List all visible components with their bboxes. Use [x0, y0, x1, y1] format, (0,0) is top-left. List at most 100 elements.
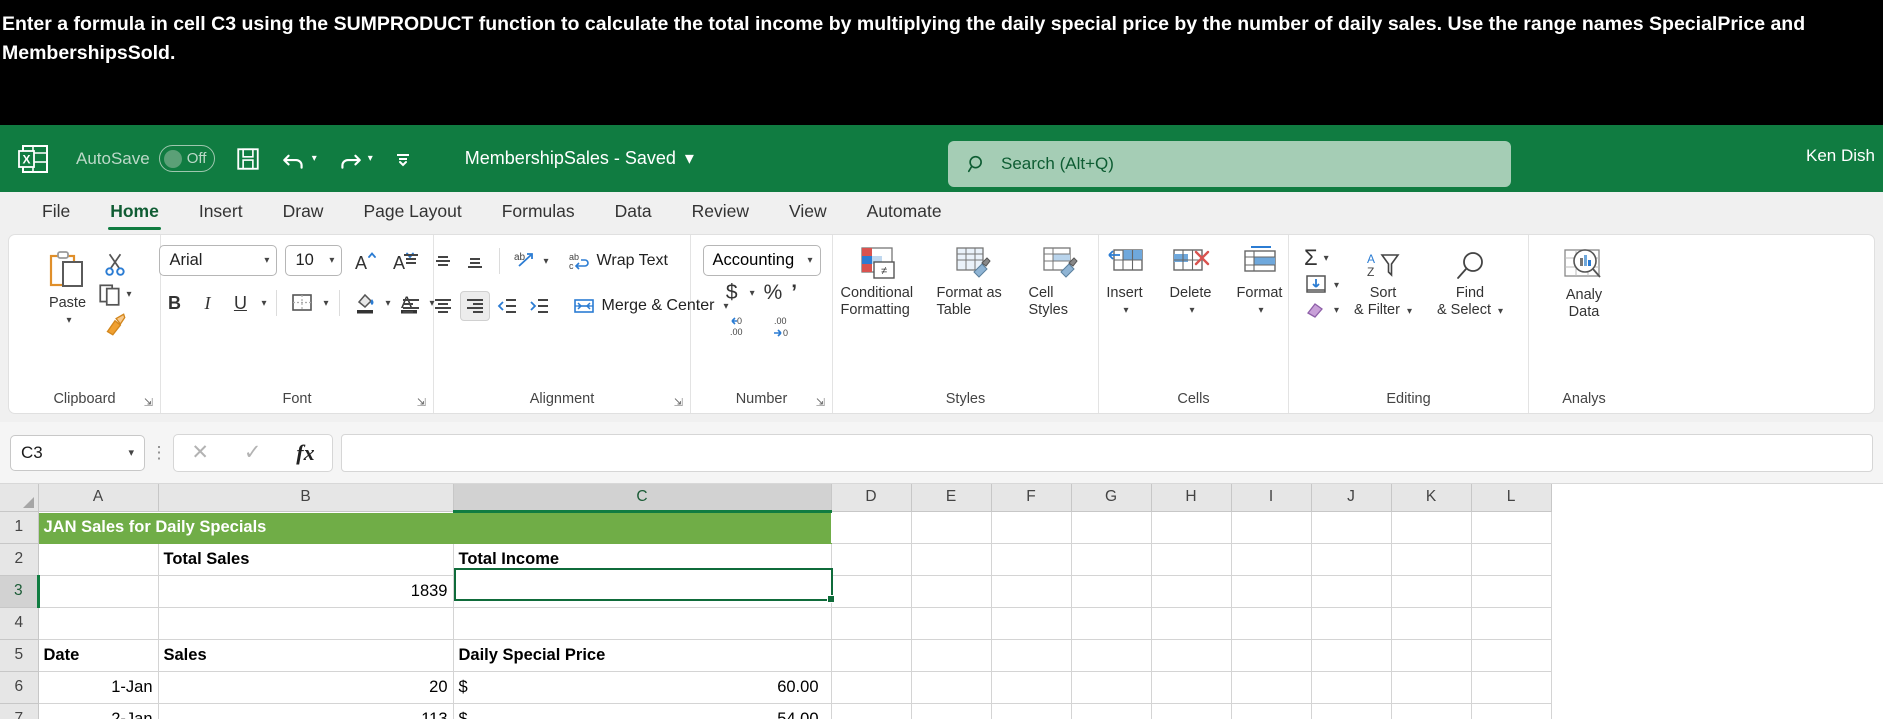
- cell-b5[interactable]: Sales: [158, 639, 454, 672]
- orientation-button[interactable]: ab: [509, 246, 539, 276]
- cell-i2[interactable]: [1231, 543, 1312, 576]
- cell-l2[interactable]: [1471, 543, 1552, 576]
- column-header-f[interactable]: F: [991, 484, 1072, 512]
- percent-style-button[interactable]: %: [764, 281, 783, 305]
- top-align-button[interactable]: [396, 246, 426, 276]
- cell-l7[interactable]: [1471, 703, 1552, 719]
- row-header-1[interactable]: 1: [0, 511, 39, 544]
- cell-e7[interactable]: [911, 703, 992, 719]
- cell-f3[interactable]: [991, 575, 1072, 608]
- tab-data[interactable]: Data: [595, 197, 672, 227]
- cell-f7[interactable]: [991, 703, 1072, 719]
- name-box[interactable]: C3 ▾: [10, 434, 145, 471]
- cell-h2[interactable]: [1151, 543, 1232, 576]
- cell-l1[interactable]: [1471, 511, 1552, 544]
- customize-quick-access-toolbar-icon[interactable]: [393, 149, 413, 169]
- cell-k3[interactable]: [1391, 575, 1472, 608]
- cell-i7[interactable]: [1231, 703, 1312, 719]
- cell-g4[interactable]: [1071, 607, 1152, 640]
- find-select-button[interactable]: Find & Select ▾: [1427, 243, 1513, 322]
- redo-caret-icon[interactable]: ▾: [368, 153, 373, 164]
- column-header-e[interactable]: E: [911, 484, 992, 512]
- undo-caret-icon[interactable]: ▾: [312, 153, 317, 164]
- cell-c2[interactable]: Total Income: [453, 543, 832, 576]
- cell-f2[interactable]: [991, 543, 1072, 576]
- cell-c3[interactable]: [453, 575, 832, 608]
- cell-h6[interactable]: [1151, 671, 1232, 704]
- cell-h1[interactable]: [1151, 511, 1232, 544]
- comma-style-button[interactable]: ’: [791, 281, 797, 305]
- conditional-formatting-button[interactable]: ≠ Conditional Formatting: [837, 243, 921, 321]
- name-box-caret-icon[interactable]: ▾: [128, 446, 134, 459]
- insert-cells-caret-icon[interactable]: ▾: [1123, 302, 1128, 319]
- column-header-k[interactable]: K: [1391, 484, 1472, 512]
- paste-button[interactable]: Paste ▾: [41, 245, 93, 331]
- fill-caret-icon[interactable]: ▾: [1334, 280, 1339, 291]
- cell-g3[interactable]: [1071, 575, 1152, 608]
- tab-home[interactable]: Home: [90, 197, 179, 230]
- increase-font-size-button[interactable]: A: [350, 246, 380, 276]
- number-format-select[interactable]: Accounting ▾: [702, 245, 821, 276]
- cell-b6[interactable]: 20: [158, 671, 454, 704]
- cell-d2[interactable]: [831, 543, 912, 576]
- clipboard-dialog-launcher-icon[interactable]: ⇲: [144, 396, 153, 409]
- cell-f1[interactable]: [991, 511, 1072, 544]
- column-header-g[interactable]: G: [1071, 484, 1152, 512]
- cell-g2[interactable]: [1071, 543, 1152, 576]
- cell-c6[interactable]: $ 60.00: [453, 671, 832, 704]
- italic-button[interactable]: I: [192, 288, 222, 318]
- cell-j4[interactable]: [1311, 607, 1392, 640]
- cell-i3[interactable]: [1231, 575, 1312, 608]
- cell-k2[interactable]: [1391, 543, 1472, 576]
- clear-button[interactable]: ▾: [1304, 299, 1339, 321]
- cell-a3[interactable]: [38, 575, 159, 608]
- tab-file[interactable]: File: [22, 197, 90, 227]
- cell-e1[interactable]: [911, 511, 992, 544]
- tab-formulas[interactable]: Formulas: [482, 197, 595, 227]
- tab-draw[interactable]: Draw: [263, 197, 344, 227]
- cell-a4[interactable]: [38, 607, 159, 640]
- column-header-d[interactable]: D: [831, 484, 912, 512]
- paste-caret-icon[interactable]: ▾: [66, 312, 71, 329]
- cell-a1[interactable]: JAN Sales for Daily Specials: [38, 511, 831, 544]
- row-header-5[interactable]: 5: [0, 639, 39, 672]
- copy-button[interactable]: ▾: [97, 281, 132, 307]
- autosum-button[interactable]: Σ ▾: [1304, 245, 1339, 271]
- cell-c7[interactable]: $ 54.00: [453, 703, 832, 719]
- underline-button[interactable]: U: [225, 288, 255, 318]
- borders-caret-icon[interactable]: ▾: [323, 298, 328, 309]
- cell-j2[interactable]: [1311, 543, 1392, 576]
- autosum-caret-icon[interactable]: ▾: [1324, 253, 1329, 264]
- cell-d5[interactable]: [831, 639, 912, 672]
- tab-view[interactable]: View: [769, 197, 847, 227]
- cell-j7[interactable]: [1311, 703, 1392, 719]
- font-dialog-launcher-icon[interactable]: ⇲: [417, 396, 426, 409]
- align-right-button[interactable]: [459, 291, 490, 321]
- cell-i5[interactable]: [1231, 639, 1312, 672]
- format-painter-button[interactable]: [97, 311, 131, 337]
- cell-h7[interactable]: [1151, 703, 1232, 719]
- cell-c5[interactable]: Daily Special Price: [453, 639, 832, 672]
- row-header-3[interactable]: 3: [0, 575, 40, 608]
- cell-e6[interactable]: [911, 671, 992, 704]
- delete-cells-button[interactable]: Delete ▾: [1163, 243, 1219, 321]
- enter-icon[interactable]: ✓: [244, 440, 262, 465]
- cell-i1[interactable]: [1231, 511, 1312, 544]
- bold-button[interactable]: B: [159, 288, 189, 318]
- sort-filter-button[interactable]: A Z Sort & Filter ▾: [1345, 243, 1421, 322]
- cell-b4[interactable]: [158, 607, 454, 640]
- cell-d7[interactable]: [831, 703, 912, 719]
- cell-k1[interactable]: [1391, 511, 1472, 544]
- cell-b7[interactable]: 113: [158, 703, 454, 719]
- cell-h4[interactable]: [1151, 607, 1232, 640]
- autosave-control[interactable]: AutoSave Off: [76, 145, 215, 172]
- document-title-caret-icon[interactable]: ▾: [685, 148, 694, 169]
- clear-caret-icon[interactable]: ▾: [1334, 305, 1339, 316]
- bottom-align-button[interactable]: [460, 246, 490, 276]
- font-name-select[interactable]: Arial ▾: [159, 245, 278, 276]
- analyze-data-button[interactable]: Analy Data: [1535, 245, 1633, 323]
- cell-i6[interactable]: [1231, 671, 1312, 704]
- cancel-icon[interactable]: ✕: [191, 440, 209, 465]
- font-name-caret-icon[interactable]: ▾: [264, 255, 269, 266]
- column-header-a[interactable]: A: [38, 484, 159, 512]
